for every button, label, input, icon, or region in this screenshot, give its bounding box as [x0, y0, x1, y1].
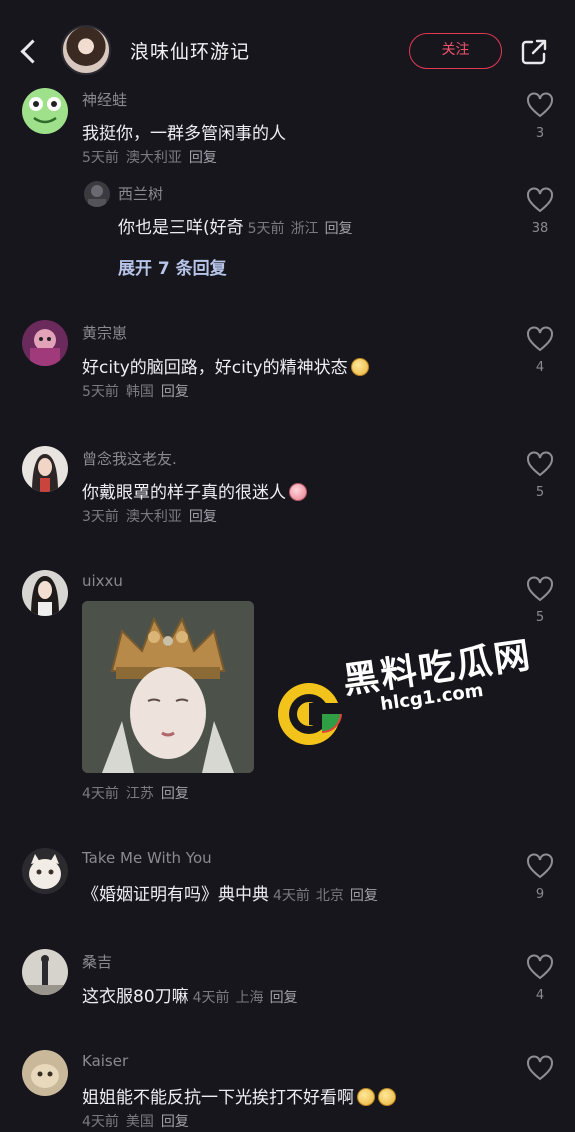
comment-time: 5天前 [82, 150, 119, 166]
comment-location: 浙江 [290, 221, 319, 237]
comment-location: 澳大利亚 [125, 150, 182, 166]
smile-emoji-icon [357, 1088, 375, 1106]
comment-text-body: 这衣服80刀嘛 [82, 987, 189, 1007]
comment-author[interactable]: 桑吉 [82, 951, 112, 972]
comment-time: 5天前 [247, 221, 285, 237]
like-count: 9 [535, 887, 545, 902]
comment-location: 澳大利亚 [125, 509, 182, 525]
comment-time: 4天前 [192, 990, 230, 1006]
comment-text-body: 你戴眼罩的样子真的很迷人 [82, 483, 286, 503]
like-button[interactable]: 4 [524, 326, 556, 375]
comment-text: 好city的脑回路，好city的精神状态 [82, 353, 369, 378]
like-count: 5 [535, 610, 545, 625]
reply-button[interactable]: 回复 [189, 509, 217, 525]
smile-emoji-icon [378, 1088, 396, 1106]
reply-button[interactable]: 回复 [161, 384, 189, 400]
watermark: 黑料吃瓜网 hlcg1.com [276, 625, 534, 745]
comment-text: 姐姐能不能反抗一下光挨打不好看啊 [82, 1083, 396, 1108]
page-title: 浪味仙环游记 [130, 41, 251, 63]
avatar[interactable] [22, 570, 68, 616]
comment-location: 江苏 [125, 786, 154, 802]
like-count: 4 [535, 988, 545, 1003]
avatar[interactable] [84, 181, 110, 207]
comment-time: 4天前 [82, 1114, 119, 1130]
comment-text: 这衣服80刀嘛 4天前 上海 回复 [82, 982, 304, 1007]
avatar[interactable] [22, 1050, 68, 1096]
comment-location: 美国 [125, 1114, 154, 1130]
heart-icon [527, 576, 553, 602]
like-button[interactable]: 5 [524, 451, 556, 500]
avatar[interactable] [22, 88, 68, 134]
comment-time: 5天前 [82, 384, 119, 400]
comment-author[interactable]: uixxu [82, 572, 123, 590]
comment-text: 《婚姻证明有吗》典中典 4天前 北京 回复 [82, 880, 384, 905]
comment-author[interactable]: 神经蛙 [82, 89, 127, 110]
heart-icon [527, 92, 553, 118]
reply-button[interactable]: 回复 [189, 150, 217, 166]
top-bar: 浪味仙环游记 关注 [0, 0, 575, 100]
like-button[interactable]: 3 [524, 92, 556, 141]
heart-icon [527, 954, 553, 980]
heart-icon [527, 187, 553, 213]
like-count: 38 [531, 221, 549, 236]
like-button[interactable] [524, 1055, 556, 1081]
watermark-logo-icon [278, 683, 342, 745]
comment-location: 韩国 [125, 384, 154, 400]
comment-author[interactable]: 西兰树 [118, 183, 163, 204]
comment-text: 你戴眼罩的样子真的很迷人 [82, 478, 307, 503]
back-arrow-icon[interactable] [14, 32, 46, 72]
like-button[interactable]: 38 [524, 187, 556, 236]
comment-meta: 4天前 上海 回复 [193, 990, 304, 1006]
comment-time: 4天前 [273, 888, 310, 904]
reply-button[interactable]: 回复 [161, 1114, 189, 1130]
comment-text: 你也是三咩(好奇 5天前 浙江 回复 [118, 213, 359, 238]
comment-text-body: 好city的脑回路，好city的精神状态 [82, 358, 348, 378]
like-count: 3 [535, 126, 545, 141]
smile-emoji-icon [350, 358, 369, 376]
comment-location: 上海 [235, 990, 264, 1006]
comment-meta: 3天前 澳大利亚 回复 [82, 506, 224, 526]
comment-text: 我挺你，一群多管闲事的人 [82, 124, 286, 144]
expand-replies-button[interactable]: 展开 7 条回复 [118, 254, 227, 279]
comment-location: 北京 [315, 888, 344, 904]
comment-meta: 4天前 美国 回复 [82, 1111, 196, 1131]
like-count: 4 [535, 360, 545, 375]
like-button[interactable]: 5 [524, 576, 556, 625]
comment-meta: 4天前 江苏 回复 [82, 783, 196, 803]
heart-icon [527, 853, 553, 879]
like-button[interactable]: 4 [524, 954, 556, 1003]
comment-meta: 5天前 澳大利亚 回复 [82, 147, 224, 167]
follow-button[interactable]: 关注 [409, 33, 502, 69]
heart-icon [527, 1055, 553, 1081]
heart-icon [527, 326, 553, 352]
avatar[interactable] [22, 848, 68, 894]
pig-emoji-icon [289, 483, 307, 501]
comment-author[interactable]: 黄宗崽 [82, 322, 127, 343]
comment-text-body: 《婚姻证明有吗》典中典 [82, 885, 269, 905]
avatar[interactable] [61, 25, 111, 75]
heart-icon [527, 451, 553, 477]
comment-author[interactable]: Take Me With You [82, 849, 212, 867]
comment-time: 3天前 [82, 509, 119, 525]
comment-time: 4天前 [82, 786, 119, 802]
like-button[interactable]: 9 [524, 853, 556, 902]
reply-text: 你也是三咩(好奇 [118, 218, 244, 238]
reply-button[interactable]: 回复 [350, 888, 378, 904]
comment-author[interactable]: 曾念我这老友. [82, 448, 177, 469]
comment-meta: 5天前 浙江 回复 [248, 221, 359, 237]
comment-meta: 4天前 北京 回复 [273, 888, 384, 904]
comment-page: 浪味仙环游记 关注 神经蛙 我挺你，一群多管闲事的人 5天前 澳大利亚 回复 3 西… [0, 0, 575, 1132]
comment-author[interactable]: Kaiser [82, 1052, 128, 1070]
reply-button[interactable]: 回复 [270, 990, 298, 1006]
share-external-icon[interactable] [520, 38, 548, 66]
like-count: 5 [535, 485, 545, 500]
comment-text-body: 姐姐能不能反抗一下光挨打不好看啊 [82, 1088, 354, 1108]
comment-image[interactable] [82, 601, 254, 773]
reply-button[interactable]: 回复 [325, 221, 353, 237]
comment-meta: 5天前 韩国 回复 [82, 381, 196, 401]
avatar[interactable] [22, 949, 68, 995]
reply-button[interactable]: 回复 [161, 786, 189, 802]
avatar[interactable] [22, 320, 68, 366]
avatar[interactable] [22, 446, 68, 492]
